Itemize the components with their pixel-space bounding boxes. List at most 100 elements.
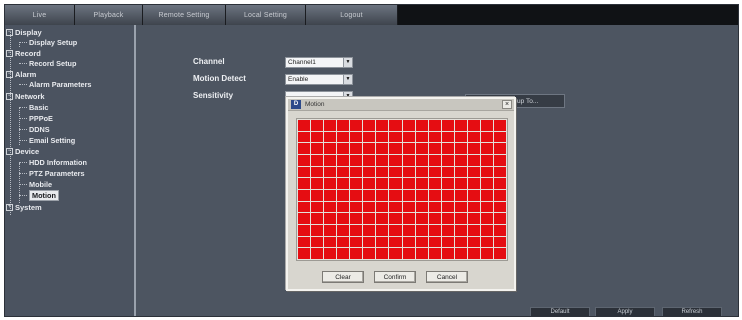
- tab-playback[interactable]: Playback: [75, 5, 143, 25]
- grid-cell[interactable]: [493, 201, 506, 213]
- grid-cell[interactable]: [350, 178, 363, 189]
- grid-cell[interactable]: [376, 178, 389, 189]
- grid-cell[interactable]: [415, 166, 428, 178]
- grid-cell[interactable]: [350, 236, 363, 248]
- grid-cell[interactable]: [467, 248, 480, 259]
- grid-cell[interactable]: [402, 236, 415, 248]
- grid-cell[interactable]: [493, 155, 506, 166]
- grid-cell[interactable]: [389, 166, 402, 178]
- grid-cell[interactable]: [454, 166, 467, 178]
- grid-cell[interactable]: [467, 190, 480, 201]
- grid-cell[interactable]: [376, 190, 389, 201]
- grid-cell[interactable]: [493, 225, 506, 236]
- grid-cell[interactable]: [389, 131, 402, 143]
- grid-cell[interactable]: [415, 236, 428, 248]
- sidebar-item-device[interactable]: − Device: [6, 146, 39, 157]
- grid-cell[interactable]: [350, 155, 363, 166]
- close-icon[interactable]: ×: [502, 100, 512, 109]
- grid-cell[interactable]: [324, 236, 337, 248]
- grid-cell[interactable]: [402, 131, 415, 143]
- sidebar-item-alarm-parameters[interactable]: Alarm Parameters: [19, 79, 91, 90]
- sidebar-item-email-setting[interactable]: Email Setting: [19, 135, 75, 146]
- grid-cell[interactable]: [376, 236, 389, 248]
- grid-cell[interactable]: [493, 166, 506, 178]
- sidebar-item-record-setup[interactable]: Record Setup: [19, 58, 76, 69]
- grid-cell[interactable]: [402, 248, 415, 259]
- confirm-button[interactable]: Confirm: [374, 271, 416, 283]
- grid-cell[interactable]: [389, 201, 402, 213]
- grid-cell[interactable]: [350, 213, 363, 224]
- apply-button[interactable]: Apply: [595, 307, 655, 316]
- grid-cell[interactable]: [493, 248, 506, 259]
- cancel-button[interactable]: Cancel: [426, 271, 468, 283]
- grid-cell[interactable]: [324, 120, 337, 131]
- grid-cell[interactable]: [402, 166, 415, 178]
- grid-cell[interactable]: [324, 225, 337, 236]
- grid-cell[interactable]: [311, 120, 324, 131]
- grid-cell[interactable]: [467, 236, 480, 248]
- grid-cell[interactable]: [493, 143, 506, 154]
- grid-cell[interactable]: [480, 131, 493, 143]
- grid-cell[interactable]: [467, 143, 480, 154]
- grid-cell[interactable]: [415, 213, 428, 224]
- grid-cell[interactable]: [337, 166, 350, 178]
- grid-cell[interactable]: [337, 201, 350, 213]
- grid-cell[interactable]: [454, 201, 467, 213]
- grid-cell[interactable]: [428, 248, 441, 259]
- grid-cell[interactable]: [298, 178, 311, 189]
- grid-cell[interactable]: [480, 213, 493, 224]
- grid-cell[interactable]: [337, 225, 350, 236]
- grid-cell[interactable]: [350, 248, 363, 259]
- sidebar-item-ptz-parameters[interactable]: PTZ Parameters: [19, 168, 85, 179]
- grid-cell[interactable]: [324, 166, 337, 178]
- grid-cell[interactable]: [324, 178, 337, 189]
- grid-cell[interactable]: [324, 155, 337, 166]
- grid-cell[interactable]: [298, 155, 311, 166]
- grid-cell[interactable]: [298, 190, 311, 201]
- grid-cell[interactable]: [493, 190, 506, 201]
- grid-cell[interactable]: [298, 131, 311, 143]
- grid-cell[interactable]: [441, 155, 454, 166]
- grid-cell[interactable]: [480, 236, 493, 248]
- grid-cell[interactable]: [311, 190, 324, 201]
- grid-cell[interactable]: [428, 178, 441, 189]
- grid-cell[interactable]: [415, 131, 428, 143]
- grid-cell[interactable]: [480, 155, 493, 166]
- grid-cell[interactable]: [389, 143, 402, 154]
- sidebar-item-network[interactable]: − Network: [6, 91, 45, 102]
- grid-cell[interactable]: [363, 178, 376, 189]
- grid-cell[interactable]: [389, 120, 402, 131]
- sidebar-item-motion[interactable]: Motion: [19, 190, 59, 201]
- grid-cell[interactable]: [337, 120, 350, 131]
- collapse-icon[interactable]: −: [6, 50, 13, 57]
- grid-cell[interactable]: [376, 155, 389, 166]
- grid-cell[interactable]: [428, 225, 441, 236]
- collapse-icon[interactable]: −: [6, 29, 13, 36]
- grid-cell[interactable]: [441, 213, 454, 224]
- grid-cell[interactable]: [376, 248, 389, 259]
- grid-cell[interactable]: [389, 178, 402, 189]
- grid-cell[interactable]: [311, 143, 324, 154]
- grid-cell[interactable]: [389, 248, 402, 259]
- grid-cell[interactable]: [480, 201, 493, 213]
- grid-cell[interactable]: [311, 236, 324, 248]
- grid-cell[interactable]: [441, 120, 454, 131]
- tab-remote-setting[interactable]: Remote Setting: [143, 5, 226, 25]
- grid-cell[interactable]: [363, 236, 376, 248]
- tab-local-setting[interactable]: Local Setting: [226, 5, 306, 25]
- grid-cell[interactable]: [480, 166, 493, 178]
- grid-cell[interactable]: [376, 201, 389, 213]
- grid-cell[interactable]: [480, 120, 493, 131]
- grid-cell[interactable]: [441, 143, 454, 154]
- grid-cell[interactable]: [441, 190, 454, 201]
- sidebar-item-ddns[interactable]: DDNS: [19, 124, 50, 135]
- grid-cell[interactable]: [376, 131, 389, 143]
- tab-logout[interactable]: Logout: [306, 5, 398, 25]
- grid-cell[interactable]: [467, 225, 480, 236]
- grid-cell[interactable]: [324, 213, 337, 224]
- grid-cell[interactable]: [402, 225, 415, 236]
- grid-cell[interactable]: [337, 178, 350, 189]
- grid-cell[interactable]: [493, 120, 506, 131]
- channel-select[interactable]: Channel1 ▼: [285, 57, 353, 68]
- grid-cell[interactable]: [363, 131, 376, 143]
